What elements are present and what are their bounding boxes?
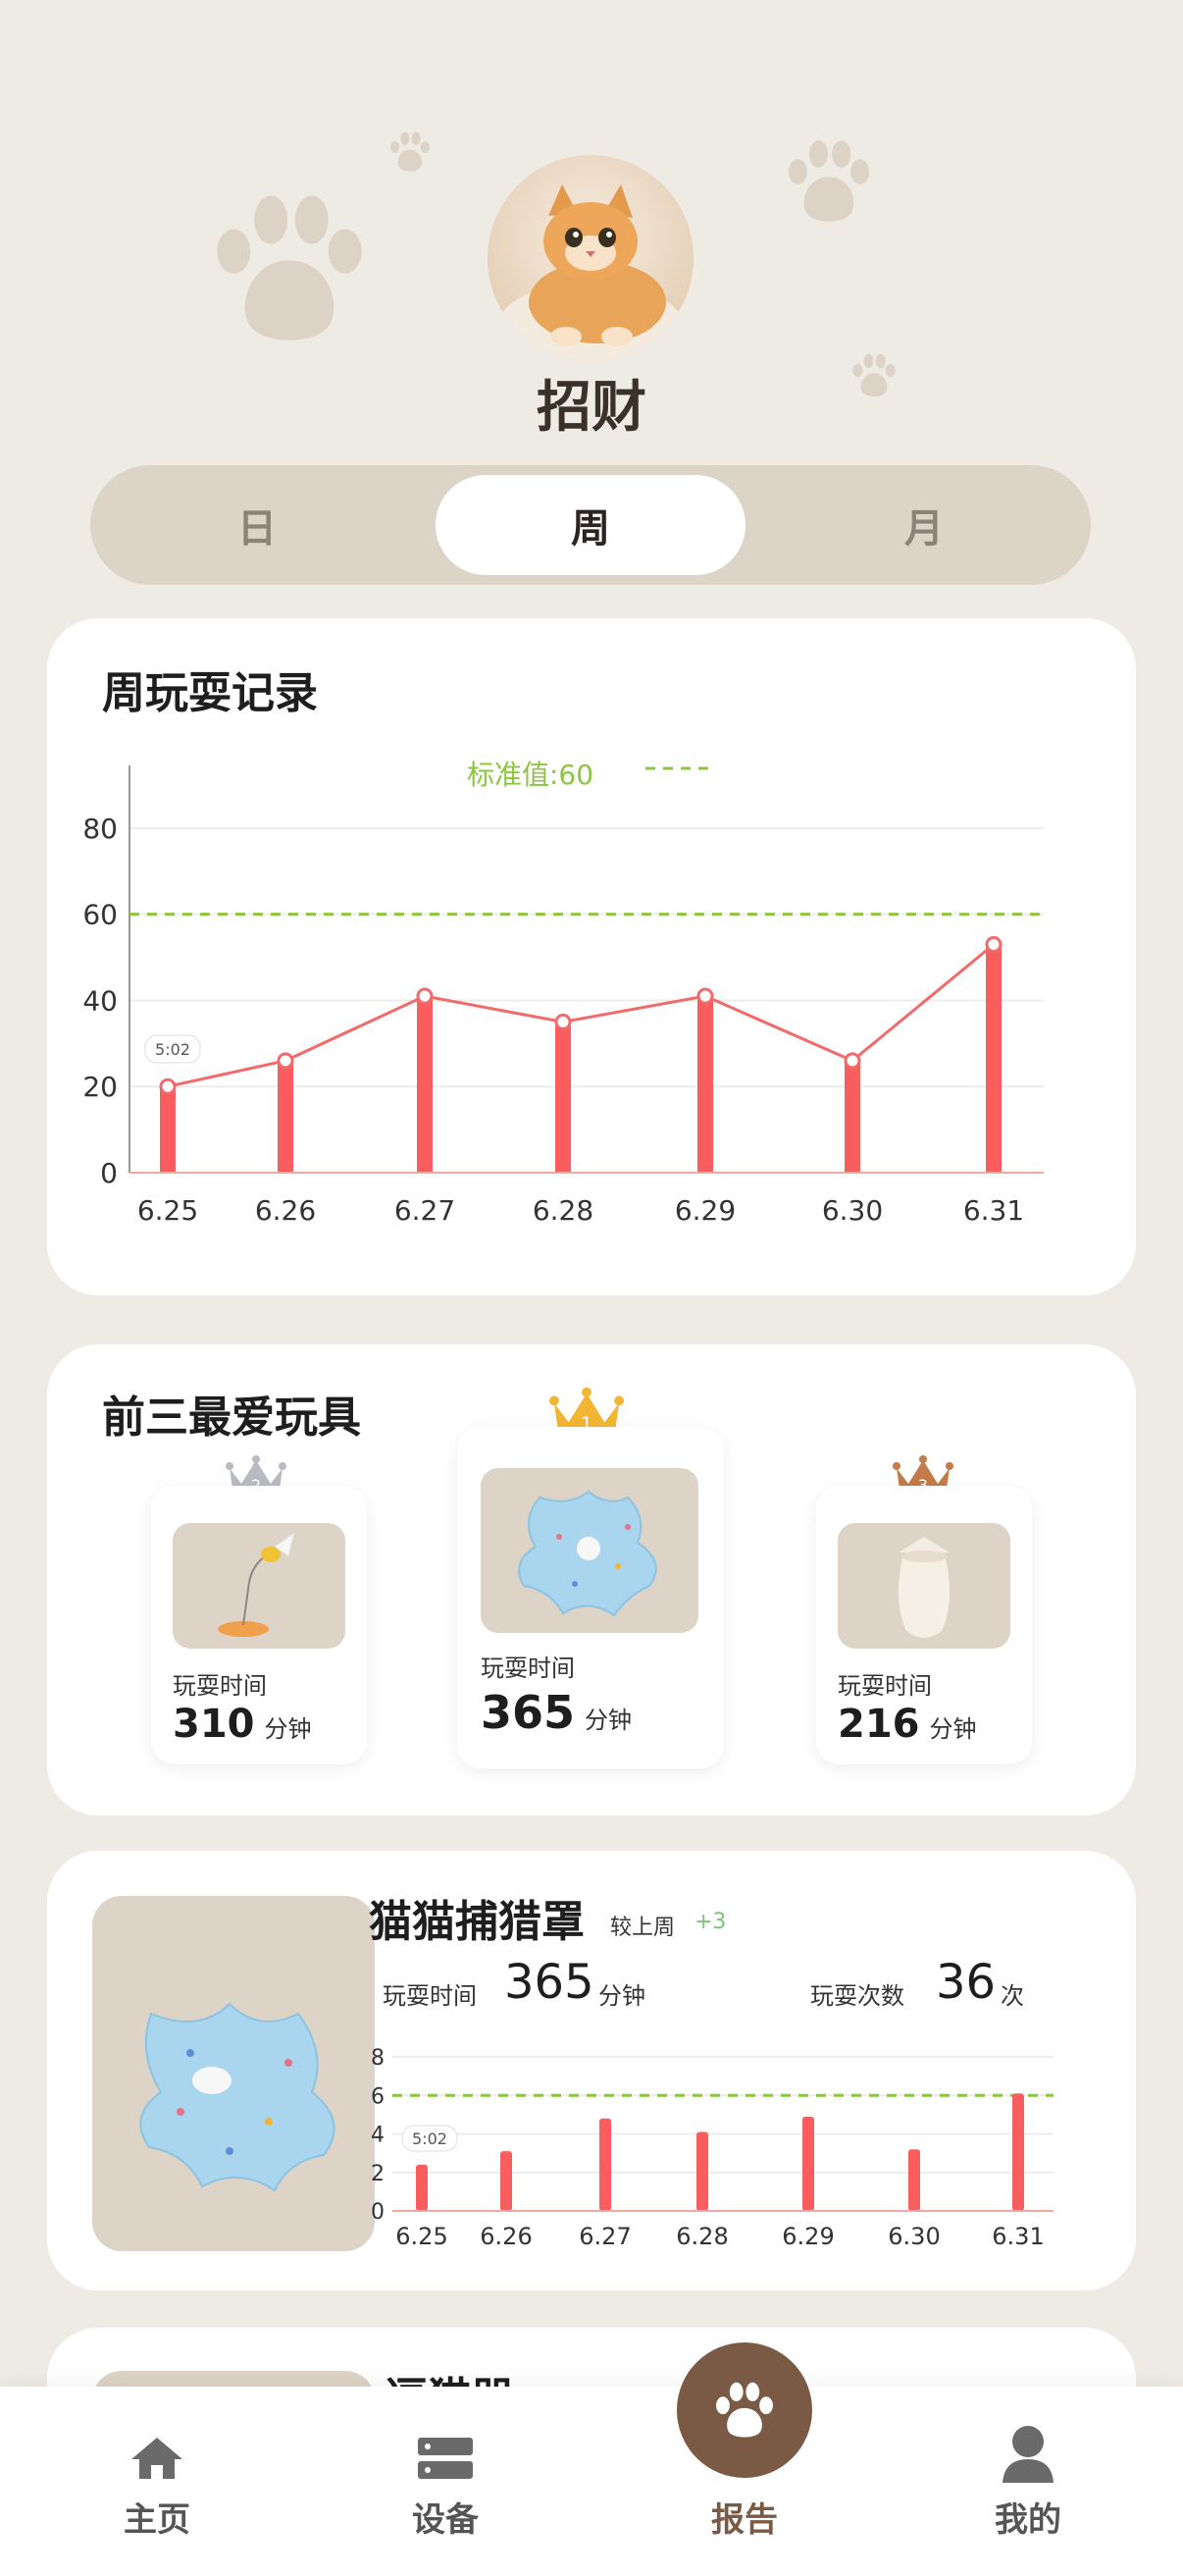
- data-point: [554, 1013, 572, 1030]
- tooltip-text: 5:02: [412, 2129, 447, 2148]
- paw-decoration-icon: [217, 195, 362, 341]
- y-tick-label: 80: [82, 813, 118, 845]
- toy-rank-2[interactable]: 玩耍时间 310 分钟: [151, 1486, 367, 1764]
- play-time-label: 玩耍时间: [481, 1655, 575, 1682]
- x-tick-label: 6.30: [822, 1194, 883, 1227]
- card-title: 前三最爱玩具: [102, 1393, 361, 1443]
- y-tick-label: 0: [100, 1157, 118, 1189]
- y-tick-label: 40: [82, 984, 118, 1017]
- y-tick-label: 4: [371, 2124, 385, 2148]
- data-point: [985, 935, 1003, 953]
- y-tick-label: 60: [82, 899, 118, 931]
- nav-label: 报告: [711, 2500, 778, 2540]
- x-tick-label: 6.27: [579, 2223, 631, 2250]
- tab-week[interactable]: 周: [436, 475, 746, 575]
- bar: [278, 1060, 293, 1173]
- paw-icon: [716, 2382, 773, 2438]
- bar: [845, 1060, 860, 1173]
- data-point: [844, 1052, 861, 1070]
- device-icon: [418, 2438, 473, 2479]
- toy-rank-3[interactable]: 玩耍时间 216 分钟: [816, 1486, 1032, 1764]
- bar: [802, 2116, 814, 2211]
- x-tick-label: 6.31: [963, 1194, 1024, 1227]
- tooltip-text: 5:02: [155, 1040, 190, 1059]
- bar: [599, 2118, 611, 2211]
- y-tick-label: 0: [371, 2200, 385, 2225]
- weekly-chart: 0 20 40 60 80 6.25 6.26 6.27 6.28 6.29 6.30 6.31 5:0…: [82, 765, 1044, 1227]
- tab-month[interactable]: 月: [769, 475, 1079, 575]
- y-tick-label: 2: [371, 2162, 385, 2186]
- user-icon: [1003, 2426, 1054, 2483]
- bar: [697, 996, 713, 1173]
- bar: [160, 1086, 176, 1173]
- x-tick-label: 6.28: [676, 2223, 728, 2250]
- data-point: [416, 987, 434, 1005]
- x-tick-label: 6.29: [782, 2223, 834, 2250]
- play-time-value: 216 分钟: [838, 1702, 977, 1747]
- x-tick-label: 6.29: [675, 1194, 736, 1227]
- play-time-label: 玩耍时间: [173, 1672, 267, 1700]
- x-tick-label: 6.25: [395, 2223, 447, 2250]
- play-time-value: 365 分钟: [481, 1686, 633, 1739]
- toy-rank-1[interactable]: 玩耍时间 365 分钟: [457, 1427, 724, 1768]
- x-tick-label: 6.28: [533, 1194, 593, 1227]
- tab-day[interactable]: 日: [102, 475, 412, 575]
- y-tick-label: 6: [371, 2084, 385, 2109]
- nav-profile[interactable]: 我的: [930, 2387, 1126, 2576]
- x-tick-label: 6.31: [992, 2223, 1044, 2250]
- y-tick-label: 20: [82, 1071, 118, 1103]
- pet-name: 招财: [537, 376, 646, 440]
- data-point: [159, 1078, 177, 1095]
- x-tick-label: 6.27: [394, 1194, 455, 1227]
- period-selector: 日 周 月: [90, 465, 1091, 585]
- play-time-value: 310 分钟: [173, 1702, 312, 1747]
- nav-label: 我的: [995, 2500, 1061, 2540]
- weekly-play-card: 周玩耍记录 标准值:60 0 20 40 60 80 6.25 6.26 6.27 6.28 6.…: [47, 618, 1136, 1295]
- nav-device[interactable]: 设备: [347, 2387, 543, 2576]
- mat-toy-icon: [481, 1468, 698, 1633]
- top-toys-card: 前三最爱玩具 2 玩耍时间 310分钟 1: [47, 1344, 1136, 1815]
- report-fab-button[interactable]: [677, 2342, 812, 2478]
- bottom-navigation: 主页 设备 报告 我的: [0, 2387, 1183, 2576]
- bee-toy-icon: [173, 1523, 345, 1649]
- cup-toy-icon: [838, 1523, 1010, 1649]
- nav-home[interactable]: 主页: [59, 2387, 255, 2576]
- bar: [500, 2151, 512, 2211]
- paw-decoration-icon: [390, 131, 430, 172]
- bar: [555, 1022, 571, 1173]
- nav-label: 主页: [124, 2500, 190, 2540]
- data-point: [277, 1052, 294, 1070]
- bar: [986, 944, 1002, 1173]
- home-icon: [131, 2438, 182, 2479]
- x-tick-label: 6.26: [480, 2223, 532, 2250]
- bar: [416, 2164, 428, 2211]
- bar: [696, 2131, 708, 2211]
- bar: [1012, 2093, 1024, 2211]
- y-tick-label: 8: [371, 2046, 385, 2071]
- pet-avatar[interactable]: [488, 155, 694, 361]
- x-tick-label: 6.26: [255, 1194, 316, 1227]
- toy-detail-chart: 0 2 4 6 8 6.25 6.26 6.27 6.28 6.29 6.30 6.31 5:02: [371, 2046, 1054, 2250]
- bar: [908, 2149, 920, 2211]
- cat-photo-icon: [497, 184, 684, 361]
- bar: [417, 996, 433, 1173]
- nav-label: 设备: [412, 2500, 479, 2540]
- data-point: [696, 987, 714, 1005]
- x-tick-label: 6.30: [888, 2223, 940, 2250]
- paw-decoration-icon: [788, 140, 870, 222]
- toy-detail-card[interactable]: 猫猫捕猎罩 较上周 +3 玩耍时间 365 分钟 玩耍次数 36 次 02468…: [47, 1851, 1136, 2290]
- play-time-label: 玩耍时间: [838, 1672, 932, 1700]
- x-tick-label: 6.25: [137, 1194, 198, 1227]
